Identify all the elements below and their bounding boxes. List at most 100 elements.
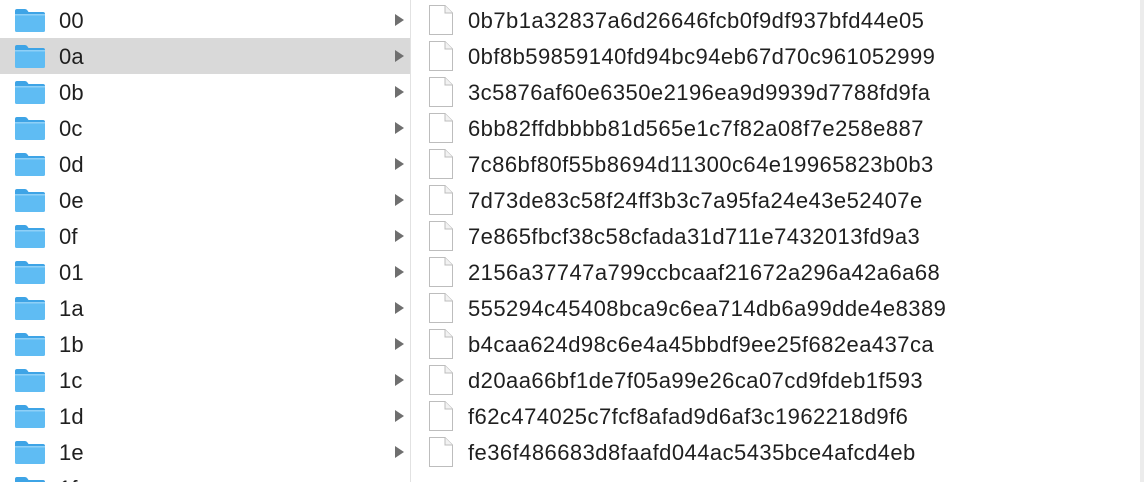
chevron-right-icon — [394, 193, 405, 207]
folder-name: 1b — [59, 332, 84, 357]
document-icon — [428, 364, 454, 396]
chevron-right-icon — [394, 301, 405, 315]
file-name: 7c86bf80f55b8694d11300c64e19965823b0b3 — [468, 152, 934, 177]
folder-list: 00 0a 0b 0c 0d 0e 0f 01 1a 1b 1c 1d 1e 1f — [0, 2, 410, 482]
folder-row[interactable]: 00 — [0, 2, 410, 38]
file-row[interactable]: 0b7b1a32837a6d26646fcb0f9df937bfd44e05 — [411, 2, 1140, 38]
folder-row[interactable]: 0b — [0, 74, 410, 110]
folder-icon — [14, 475, 46, 482]
document-icon — [428, 148, 454, 180]
folder-row[interactable]: 0a — [0, 38, 410, 74]
folder-name: 1d — [59, 404, 84, 429]
folder-icon — [14, 259, 46, 285]
file-name: f62c474025c7fcf8afad9d6af3c1962218d9f6 — [468, 404, 909, 429]
file-row[interactable]: d20aa66bf1de7f05a99e26ca07cd9fdeb1f593 — [411, 362, 1140, 398]
folder-icon — [14, 403, 46, 429]
folder-name: 00 — [59, 8, 84, 33]
folder-icon — [14, 187, 46, 213]
column-browser: 00 0a 0b 0c 0d 0e 0f 01 1a 1b 1c 1d 1e 1f 0b7b1a32837… — [0, 0, 1144, 482]
folder-row[interactable]: 1f — [0, 470, 410, 482]
file-name: 0bf8b59859140fd94bc94eb67d70c961052999 — [468, 44, 936, 69]
file-row[interactable]: 0bf8b59859140fd94bc94eb67d70c961052999 — [411, 38, 1140, 74]
file-name: 2156a37747a799ccbcaaf21672a296a42a6a68 — [468, 260, 941, 285]
chevron-right-icon — [394, 13, 405, 27]
folder-row[interactable]: 1b — [0, 326, 410, 362]
chevron-right-icon — [394, 85, 405, 99]
file-row[interactable]: fe36f486683d8faafd044ac5435bce4afcd4eb — [411, 434, 1140, 470]
folder-row[interactable]: 0e — [0, 182, 410, 218]
folder-name: 0b — [59, 80, 84, 105]
file-row[interactable]: 7c86bf80f55b8694d11300c64e19965823b0b3 — [411, 146, 1140, 182]
chevron-right-icon — [394, 373, 405, 387]
chevron-right-icon — [394, 229, 405, 243]
folder-row[interactable]: 0d — [0, 146, 410, 182]
file-name: 6bb82ffdbbbb81d565e1c7f82a08f7e258e887 — [468, 116, 924, 141]
document-icon — [428, 400, 454, 432]
file-name: fe36f486683d8faafd044ac5435bce4afcd4eb — [468, 440, 916, 465]
document-icon — [428, 184, 454, 216]
folder-icon — [14, 43, 46, 69]
file-name: 0b7b1a32837a6d26646fcb0f9df937bfd44e05 — [468, 8, 925, 33]
folder-row[interactable]: 0c — [0, 110, 410, 146]
folder-name: 0c — [59, 116, 83, 141]
file-name: 7d73de83c58f24ff3b3c7a95fa24e43e52407e — [468, 188, 923, 213]
folder-name: 0d — [59, 152, 84, 177]
folder-icon — [14, 439, 46, 465]
chevron-right-icon — [394, 265, 405, 279]
folder-icon — [14, 151, 46, 177]
chevron-right-icon — [394, 445, 405, 459]
document-icon — [428, 220, 454, 252]
document-icon — [428, 112, 454, 144]
file-row[interactable]: 6bb82ffdbbbb81d565e1c7f82a08f7e258e887 — [411, 110, 1140, 146]
folder-icon — [14, 295, 46, 321]
folder-row[interactable]: 1d — [0, 398, 410, 434]
folder-row[interactable]: 0f — [0, 218, 410, 254]
folder-row[interactable]: 1a — [0, 290, 410, 326]
folder-name: 1e — [59, 440, 84, 465]
chevron-right-icon — [394, 49, 405, 63]
file-row[interactable]: b4caa624d98c6e4a45bbdf9ee25f682ea437ca — [411, 326, 1140, 362]
file-name: 3c5876af60e6350e2196ea9d9939d7788fd9fa — [468, 80, 931, 105]
column-divider[interactable] — [1140, 0, 1144, 482]
document-icon — [428, 76, 454, 108]
document-icon — [428, 4, 454, 36]
file-name: d20aa66bf1de7f05a99e26ca07cd9fdeb1f593 — [468, 368, 924, 393]
folder-row[interactable]: 1e — [0, 434, 410, 470]
file-row[interactable]: 3c5876af60e6350e2196ea9d9939d7788fd9fa — [411, 74, 1140, 110]
folder-row[interactable]: 1c — [0, 362, 410, 398]
document-icon — [428, 292, 454, 324]
folder-name: 01 — [59, 260, 84, 285]
folder-name: 0f — [59, 224, 78, 249]
document-icon — [428, 436, 454, 468]
file-row[interactable]: 555294c45408bca9c6ea714db6a99dde4e8389 — [411, 290, 1140, 326]
file-list: 0b7b1a32837a6d26646fcb0f9df937bfd44e05 0b… — [411, 2, 1140, 470]
folder-name: 0a — [59, 44, 84, 69]
folder-name: 0e — [59, 188, 84, 213]
chevron-right-icon — [394, 157, 405, 171]
chevron-right-icon — [394, 409, 405, 423]
chevron-right-icon — [394, 121, 405, 135]
folder-column[interactable]: 00 0a 0b 0c 0d 0e 0f 01 1a 1b 1c 1d 1e 1f — [0, 0, 411, 482]
file-name: 7e865fbcf38c58cfada31d711e7432013fd9a3 — [468, 224, 921, 249]
file-name: b4caa624d98c6e4a45bbdf9ee25f682ea437ca — [468, 332, 935, 357]
document-icon — [428, 256, 454, 288]
folder-name: 1c — [59, 368, 83, 393]
chevron-right-icon — [394, 337, 405, 351]
folder-icon — [14, 115, 46, 141]
file-row[interactable]: 7e865fbcf38c58cfada31d711e7432013fd9a3 — [411, 218, 1140, 254]
folder-name: 1a — [59, 296, 84, 321]
document-icon — [428, 328, 454, 360]
folder-icon — [14, 79, 46, 105]
folder-icon — [14, 223, 46, 249]
folder-icon — [14, 7, 46, 33]
file-column[interactable]: 0b7b1a32837a6d26646fcb0f9df937bfd44e05 0b… — [411, 0, 1140, 482]
folder-row[interactable]: 01 — [0, 254, 410, 290]
document-icon — [428, 40, 454, 72]
file-row[interactable]: f62c474025c7fcf8afad9d6af3c1962218d9f6 — [411, 398, 1140, 434]
folder-icon — [14, 367, 46, 393]
folder-icon — [14, 331, 46, 357]
file-row[interactable]: 7d73de83c58f24ff3b3c7a95fa24e43e52407e — [411, 182, 1140, 218]
file-row[interactable]: 2156a37747a799ccbcaaf21672a296a42a6a68 — [411, 254, 1140, 290]
file-name: 555294c45408bca9c6ea714db6a99dde4e8389 — [468, 296, 947, 321]
folder-name: 1f — [59, 476, 78, 482]
